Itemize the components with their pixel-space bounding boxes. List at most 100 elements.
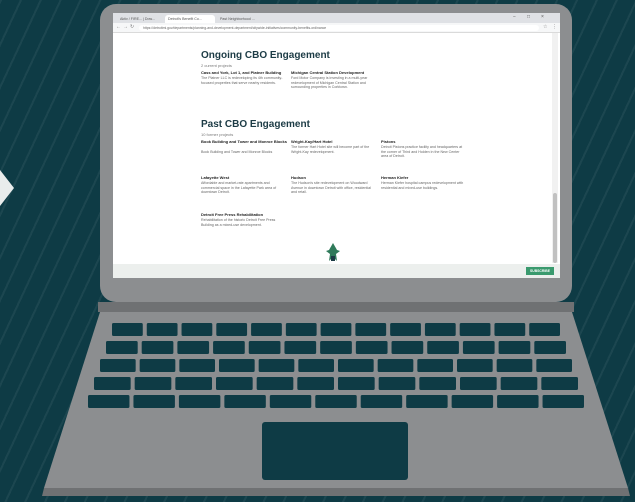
keyboard-key <box>179 359 215 372</box>
keyboard-key <box>451 395 494 408</box>
keyboard-key <box>248 341 281 354</box>
keyboard-key <box>338 359 374 372</box>
keyboard-key <box>139 359 176 372</box>
past-card-body: Affordable and market-rate apartments an… <box>201 181 277 195</box>
keyboard-key <box>360 395 403 408</box>
past-card-title[interactable]: Herman Kiefer <box>381 175 467 180</box>
url-input[interactable]: https://detroitmi.gov/departments/planni… <box>139 24 539 31</box>
keyboard-key <box>175 377 212 390</box>
past-card-body: The former Hart Hotel site will become p… <box>291 145 370 154</box>
tab-3[interactable]: Past Neighborhood ... <box>217 15 267 23</box>
back-arrow-icon[interactable]: ← <box>116 24 121 30</box>
tab-1[interactable]: Aktiv / FIRE... | Dow... <box>117 15 163 23</box>
keyboard-key <box>112 323 143 336</box>
past-card-body: Herman Kiefer hospital campus redevelopm… <box>381 181 464 190</box>
keyboard-key <box>284 341 317 354</box>
keyboard-key <box>251 323 282 336</box>
menu-icon[interactable]: ⋮ <box>552 24 557 30</box>
ongoing-card-1-title[interactable]: Cass and York, Lot 1, and Platner Buildi… <box>201 70 287 75</box>
keyboard-key <box>338 377 375 390</box>
keyboard-key <box>541 377 578 390</box>
keyboard-key <box>133 395 175 408</box>
keyboard-key <box>391 341 424 354</box>
keyboard-key <box>181 323 213 336</box>
past-card-title[interactable]: Book Building and Tower and Monroe Block… <box>201 139 287 144</box>
keyboard-key <box>377 359 414 372</box>
keyboard-key <box>390 323 421 336</box>
address-bar: ← → ↻ https://detroitmi.gov/departments/… <box>113 23 560 33</box>
play-arrow-icon <box>0 170 14 206</box>
keyboard-key <box>459 323 491 336</box>
close-icon[interactable]: × <box>541 14 544 20</box>
maximize-icon[interactable]: □ <box>527 14 530 20</box>
keyboard-key <box>417 359 453 372</box>
keyboard-key <box>88 395 130 408</box>
tab-bar: Aktiv / FIRE... | Dow... Detroit's Benef… <box>113 13 560 23</box>
keyboard-key <box>496 359 533 372</box>
keyboard-key <box>497 395 539 408</box>
keyboard-key <box>216 377 253 390</box>
keyboard-key <box>424 323 456 336</box>
ongoing-card-1-body: The Platner LLC is redeveloping its 4th … <box>201 76 283 85</box>
keyboard-key <box>298 359 334 372</box>
past-card-body: Book Building and Tower and Monroe Block… <box>201 150 273 154</box>
keyboard-key <box>106 341 138 354</box>
tab-2[interactable]: Detroit's Benefit Co... <box>165 15 215 23</box>
keyboard-key <box>378 377 416 390</box>
trackpad <box>262 422 408 480</box>
past-card-title[interactable]: Wright-Kay/Hart Hotel <box>291 139 377 144</box>
ongoing-count: 2 current projects <box>201 63 232 68</box>
keyboard-key <box>500 377 538 390</box>
keyboard-key <box>100 359 136 372</box>
ongoing-card-2-body: Ford Motor Company is investing in a mul… <box>291 76 368 90</box>
past-card-body: Rehabilitation of the historic Detroit F… <box>201 218 276 227</box>
keyboard-key <box>498 341 531 354</box>
keyboard-key <box>427 341 459 354</box>
star-icon[interactable]: ☆ <box>543 24 547 30</box>
ongoing-heading: Ongoing CBO Engagement <box>201 50 330 61</box>
browser-window: Aktiv / FIRE... | Dow... Detroit's Benef… <box>113 13 560 278</box>
footer-bar: SUBSCRIBE <box>113 264 560 278</box>
keyboard-key <box>529 323 560 336</box>
keyboard-key <box>269 395 312 408</box>
past-card-body: Detroit Pistons practice facility and he… <box>381 145 463 159</box>
keyboard-key <box>536 359 572 372</box>
laptop-hinge <box>98 302 574 312</box>
keyboard-key <box>462 341 495 354</box>
past-heading: Past CBO Engagement <box>201 119 310 130</box>
keyboard-key <box>355 341 388 354</box>
keyboard-key <box>460 377 497 390</box>
past-card-title[interactable]: Detroit Free Press Rehabilitation <box>201 212 287 217</box>
past-count: 10 former projects <box>201 132 234 137</box>
keyboard-key <box>216 323 248 336</box>
past-card-body: The Hudson's site redevelopment on Woodw… <box>291 181 371 195</box>
past-card-title[interactable]: Lafayette West <box>201 175 287 180</box>
keyboard-key <box>419 377 456 390</box>
keyboard-key <box>141 341 174 354</box>
forward-arrow-icon[interactable]: → <box>123 24 128 30</box>
ongoing-card-2-title[interactable]: Michigan Central Station Development <box>291 70 377 75</box>
minimize-icon[interactable]: − <box>513 14 516 20</box>
scroll-thumb[interactable] <box>553 193 557 263</box>
keyboard-key <box>406 395 448 408</box>
keyboard-key <box>315 395 357 408</box>
past-card-title[interactable]: Pistons <box>381 139 467 144</box>
keyboard-key <box>134 377 172 390</box>
keyboard-key <box>94 377 131 390</box>
keyboard-key <box>224 395 266 408</box>
keyboard-key <box>457 359 493 372</box>
refresh-icon[interactable]: ↻ <box>130 24 134 30</box>
keyboard-key <box>258 359 295 372</box>
scrollbar[interactable] <box>552 33 558 263</box>
keyboard-key <box>256 377 294 390</box>
keyboard-key <box>297 377 334 390</box>
city-logo-icon[interactable] <box>325 242 341 262</box>
keyboard-key <box>534 341 566 354</box>
past-card-title[interactable]: Hudson <box>291 175 377 180</box>
keyboard-key <box>177 341 210 354</box>
subscribe-button[interactable]: SUBSCRIBE <box>526 267 554 275</box>
keyboard-key <box>285 323 317 336</box>
keyboard-key <box>213 341 245 354</box>
keyboard-key <box>219 359 255 372</box>
keyboard-key <box>494 323 526 336</box>
